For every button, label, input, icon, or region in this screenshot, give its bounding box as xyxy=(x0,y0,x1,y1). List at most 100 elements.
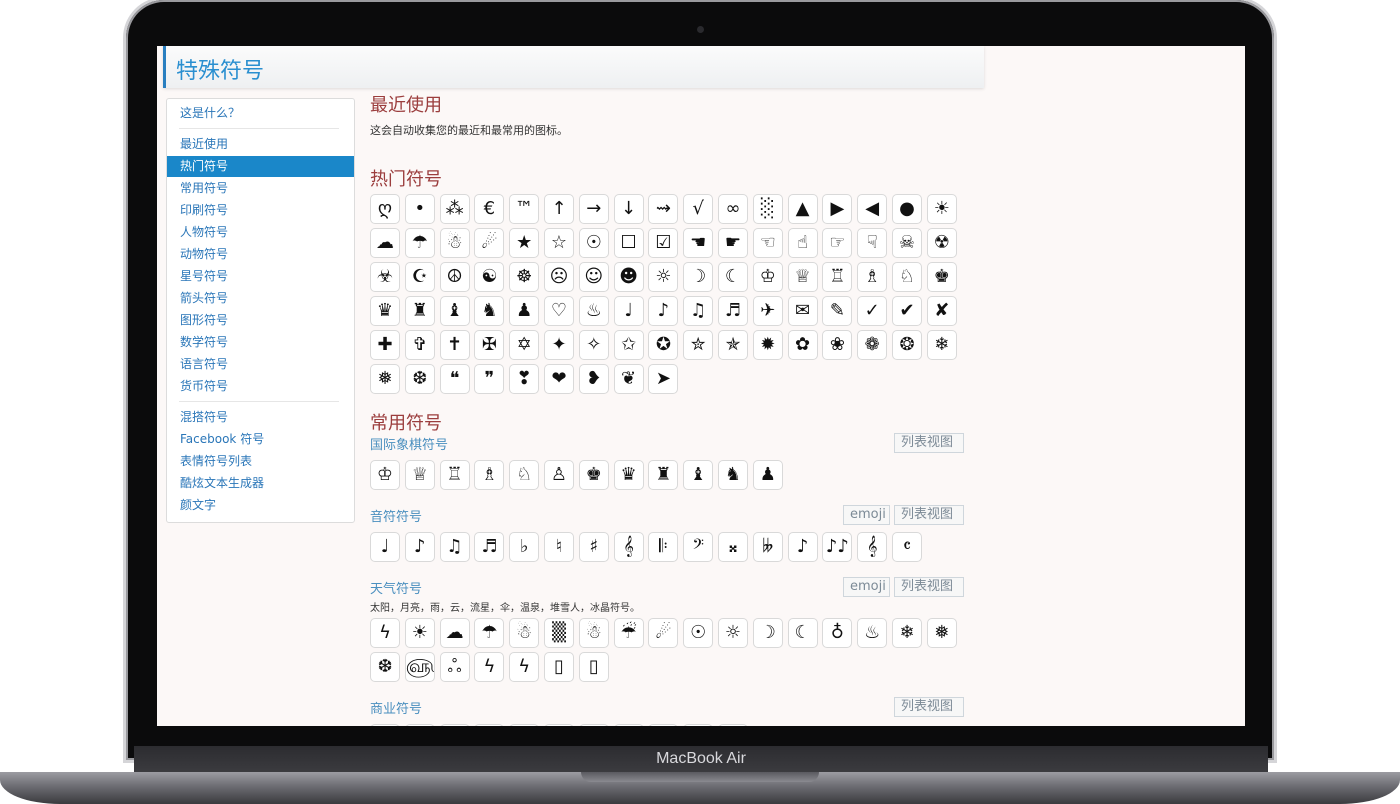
list-view-button[interactable]: 列表视图 xyxy=(894,505,964,525)
sidebar-item[interactable]: 混搭符号 xyxy=(167,407,354,428)
symbol-cell[interactable]: ☀ xyxy=(926,194,957,224)
symbol-cell[interactable]: • xyxy=(404,194,435,224)
symbol-cell[interactable]: ☃ xyxy=(578,618,609,648)
symbol-cell[interactable]: ♗ xyxy=(857,262,888,292)
sidebar-item[interactable]: 语言符号 xyxy=(167,354,354,375)
symbol-cell[interactable]: ☯ xyxy=(474,262,505,292)
symbol-cell[interactable]: ⇝ xyxy=(648,194,679,224)
symbol-cell[interactable]: ✯ xyxy=(718,330,748,360)
symbol-cell[interactable]: ✘ xyxy=(926,296,957,326)
symbol-cell[interactable]: ღ xyxy=(370,194,400,224)
symbol-cell[interactable]: ✞ xyxy=(404,330,435,360)
symbol-cell[interactable]: ♪ xyxy=(648,296,679,326)
symbol-cell[interactable]: ஃ xyxy=(439,652,470,682)
symbol-cell[interactable]: ♖ xyxy=(822,262,853,292)
symbol-cell[interactable]: ▲ xyxy=(787,194,818,224)
sidebar-item[interactable]: 表情符号列表 xyxy=(167,451,354,472)
symbol-cell[interactable]: ✿ xyxy=(787,330,818,360)
symbol-cell[interactable]: ❄ xyxy=(926,330,957,360)
symbol-cell[interactable]: ☸ xyxy=(509,262,540,292)
symbol-cell[interactable]: ✔ xyxy=(892,296,922,326)
sidebar-item[interactable]: 最近使用 xyxy=(167,134,354,155)
symbol-cell[interactable]: ✧ xyxy=(578,330,609,360)
symbol-cell[interactable]: ✮ xyxy=(683,330,714,360)
symbol-cell[interactable]: ♯ xyxy=(578,532,609,562)
symbol-cell[interactable]: ♝ xyxy=(683,460,714,490)
sidebar-item[interactable]: Facebook 符号 xyxy=(167,429,354,450)
symbol-cell[interactable]: ☾ xyxy=(787,618,818,648)
symbol-cell[interactable]: ™ xyxy=(439,724,470,726)
symbol-cell[interactable]: ™ xyxy=(509,194,540,224)
symbol-cell[interactable]: ♡ xyxy=(544,296,574,326)
symbol-cell[interactable]: ✓ xyxy=(857,296,888,326)
symbol-cell[interactable]: ☽ xyxy=(752,618,783,648)
symbol-cell[interactable]: ♖ xyxy=(439,460,470,490)
symbol-cell[interactable]: ▒ xyxy=(544,618,574,648)
symbol-cell[interactable]: ❤ xyxy=(544,364,574,394)
emoji-button[interactable]: emoji xyxy=(843,577,890,597)
symbol-cell[interactable]: ♬ xyxy=(474,532,505,562)
symbol-cell[interactable]: 𝄪 xyxy=(718,532,748,562)
symbol-cell[interactable]: ☂ xyxy=(474,618,505,648)
symbol-cell[interactable]: ♮ xyxy=(544,532,574,562)
symbol-cell[interactable]: ♫ xyxy=(439,532,470,562)
symbol-cell[interactable]: ❄ xyxy=(892,618,922,648)
symbol-cell[interactable]: ♟ xyxy=(509,296,540,326)
sidebar-item[interactable]: 印刷符号 xyxy=(167,200,354,221)
symbol-cell[interactable]: ✡ xyxy=(509,330,540,360)
symbol-cell[interactable]: ▯ xyxy=(578,652,609,682)
group-title[interactable]: 国际象棋符号 xyxy=(370,434,448,453)
symbol-cell[interactable]: ☪ xyxy=(404,262,435,292)
symbol-cell[interactable]: ♨ xyxy=(857,618,888,648)
symbol-cell[interactable]: ☔ xyxy=(613,618,644,648)
symbol-cell[interactable]: ▶ xyxy=(822,194,853,224)
group-title[interactable]: 天气符号 xyxy=(370,578,422,597)
symbol-cell[interactable]: ❂ xyxy=(892,330,922,360)
symbol-cell[interactable]: ✆ xyxy=(648,724,679,726)
symbol-cell[interactable]: ♛ xyxy=(613,460,644,490)
symbol-cell[interactable]: ✚ xyxy=(370,330,400,360)
symbol-cell[interactable]: ☆ xyxy=(544,228,574,258)
symbol-cell[interactable]: ☎ xyxy=(613,724,644,726)
symbol-cell[interactable]: ☢ xyxy=(926,228,957,258)
symbol-cell[interactable]: ♬ xyxy=(718,296,748,326)
symbol-cell[interactable]: ♞ xyxy=(474,296,505,326)
symbol-cell[interactable]: → xyxy=(578,194,609,224)
symbol-cell[interactable]: ℠ xyxy=(474,724,505,726)
symbol-cell[interactable]: ϟ xyxy=(509,652,540,682)
symbol-cell[interactable]: ❀ xyxy=(822,330,853,360)
symbol-cell[interactable]: ☻ xyxy=(613,262,644,292)
symbol-cell[interactable]: ☝ xyxy=(787,228,818,258)
symbol-cell[interactable]: ℡ xyxy=(578,724,609,726)
sidebar-item[interactable]: 图形符号 xyxy=(167,310,354,331)
sidebar-item[interactable]: 酷炫文本生成器 xyxy=(167,473,354,494)
sidebar-item[interactable]: 箭头符号 xyxy=(167,288,354,309)
symbol-cell[interactable]: ☹ xyxy=(544,262,574,292)
symbol-cell[interactable]: ░ xyxy=(752,194,783,224)
symbol-cell[interactable]: ☮ xyxy=(439,262,470,292)
symbol-cell[interactable]: ☼ xyxy=(718,618,748,648)
symbol-cell[interactable]: ✹ xyxy=(752,330,783,360)
symbol-cell[interactable]: ☚ xyxy=(683,228,714,258)
symbol-cell[interactable]: 𝄴 xyxy=(892,532,922,562)
symbol-cell[interactable]: ☺ xyxy=(578,262,609,292)
symbol-cell[interactable]: ✝ xyxy=(439,330,470,360)
symbol-cell[interactable]: ✠ xyxy=(474,330,505,360)
symbol-cell[interactable]: ❥ xyxy=(578,364,609,394)
symbol-cell[interactable]: ♚ xyxy=(578,460,609,490)
sidebar-item[interactable]: 热门符号 xyxy=(167,156,354,177)
symbol-cell[interactable]: ◀ xyxy=(857,194,888,224)
symbol-cell[interactable]: ✩ xyxy=(613,330,644,360)
sidebar-item[interactable]: 星号符号 xyxy=(167,266,354,287)
symbol-cell[interactable]: ❦ xyxy=(613,364,644,394)
symbol-cell[interactable]: ♕ xyxy=(787,262,818,292)
symbol-cell[interactable]: ♞ xyxy=(718,460,748,490)
symbol-cell[interactable]: ∞ xyxy=(718,194,748,224)
symbol-cell[interactable]: ● xyxy=(892,194,922,224)
symbol-cell[interactable]: 𝄞 xyxy=(613,532,644,562)
symbol-cell[interactable]: ❞ xyxy=(474,364,505,394)
group-title[interactable]: 音符符号 xyxy=(370,506,422,525)
symbol-cell[interactable]: ϟ xyxy=(474,652,505,682)
symbol-cell[interactable]: ☼ xyxy=(648,262,679,292)
list-view-button[interactable]: 列表视图 xyxy=(894,697,964,717)
